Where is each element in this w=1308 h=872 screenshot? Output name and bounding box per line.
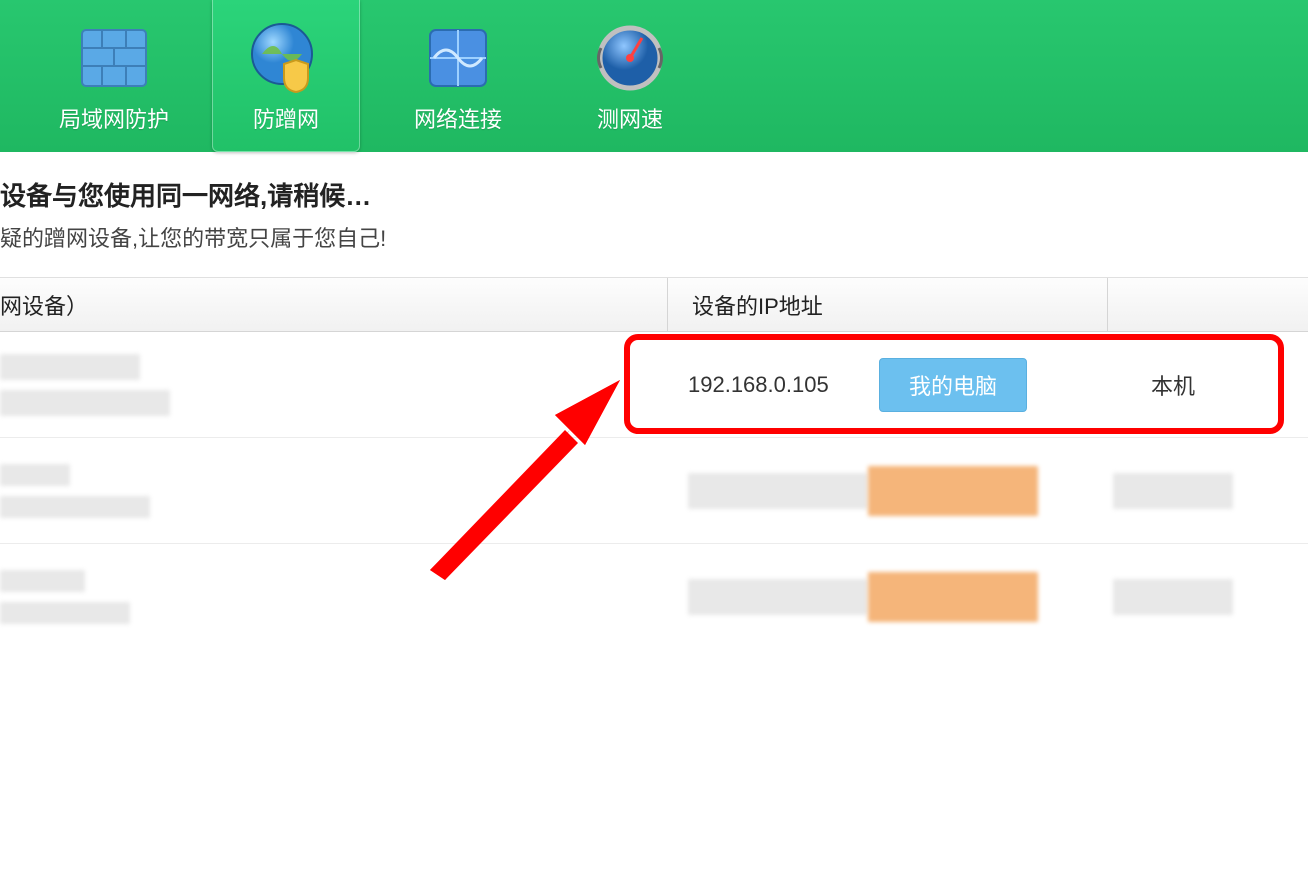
my-computer-button[interactable]: 我的电脑: [879, 358, 1027, 412]
col-device: 网设备）: [0, 278, 668, 331]
firewall-icon: [74, 18, 154, 98]
nav-item-lan-protect[interactable]: 局域网防护: [40, 0, 188, 152]
cell-button-wrap: [868, 572, 1038, 622]
cell-status: [1038, 579, 1308, 615]
cell-ip: 192.168.0.105: [668, 372, 868, 398]
blurred-content: [1113, 473, 1233, 509]
subheader: 设备与您使用同一网络,请稍候… 疑的蹭网设备,让您的带宽只属于您自己!: [0, 152, 1308, 278]
table-row: [0, 438, 1308, 544]
cell-device: [0, 464, 668, 518]
subheader-line2: 疑的蹭网设备,让您的带宽只属于您自己!: [0, 221, 1308, 253]
network-icon: [418, 18, 498, 98]
cell-ip: [668, 473, 868, 509]
blurred-button: [868, 572, 1038, 622]
col-ip: 设备的IP地址: [668, 278, 1108, 331]
nav-label-network-connect: 网络连接: [414, 102, 502, 134]
cell-ip: [668, 579, 868, 615]
blurred-content: [0, 496, 150, 518]
blurred-button: [868, 466, 1038, 516]
nav-label-anti-squatting: 防蹭网: [253, 102, 319, 134]
nav-item-network-connect[interactable]: 网络连接: [384, 0, 532, 152]
cell-button-wrap: 我的电脑: [868, 358, 1038, 412]
blurred-content: [688, 473, 868, 509]
blurred-content: [0, 602, 130, 624]
speedometer-icon: [590, 18, 670, 98]
cell-status: [1038, 473, 1308, 509]
nav-label-lan-protect: 局域网防护: [59, 102, 169, 134]
nav-label-speed-test: 测网速: [597, 102, 663, 134]
blurred-content: [0, 570, 85, 592]
cell-button-wrap: [868, 466, 1038, 516]
table-body: 192.168.0.105 我的电脑 本机: [0, 332, 1308, 650]
table-row: [0, 544, 1308, 650]
nav-item-speed-test[interactable]: 测网速: [556, 0, 704, 152]
top-nav: 局域网防护 防蹭网 网络连接: [0, 0, 1308, 152]
cell-device: [0, 354, 668, 416]
cell-device: [0, 570, 668, 624]
table-header: 网设备） 设备的IP地址: [0, 278, 1308, 332]
blurred-content: [688, 579, 868, 615]
blurred-content: [1113, 579, 1233, 615]
cell-status: 本机: [1038, 369, 1308, 401]
blurred-content: [0, 390, 170, 416]
subheader-line1: 设备与您使用同一网络,请稍候…: [0, 176, 1308, 213]
globe-shield-icon: [246, 18, 326, 98]
nav-item-anti-squatting[interactable]: 防蹭网: [212, 0, 360, 152]
blurred-content: [0, 354, 140, 380]
table-row: 192.168.0.105 我的电脑 本机: [0, 332, 1308, 438]
blurred-content: [0, 464, 70, 486]
